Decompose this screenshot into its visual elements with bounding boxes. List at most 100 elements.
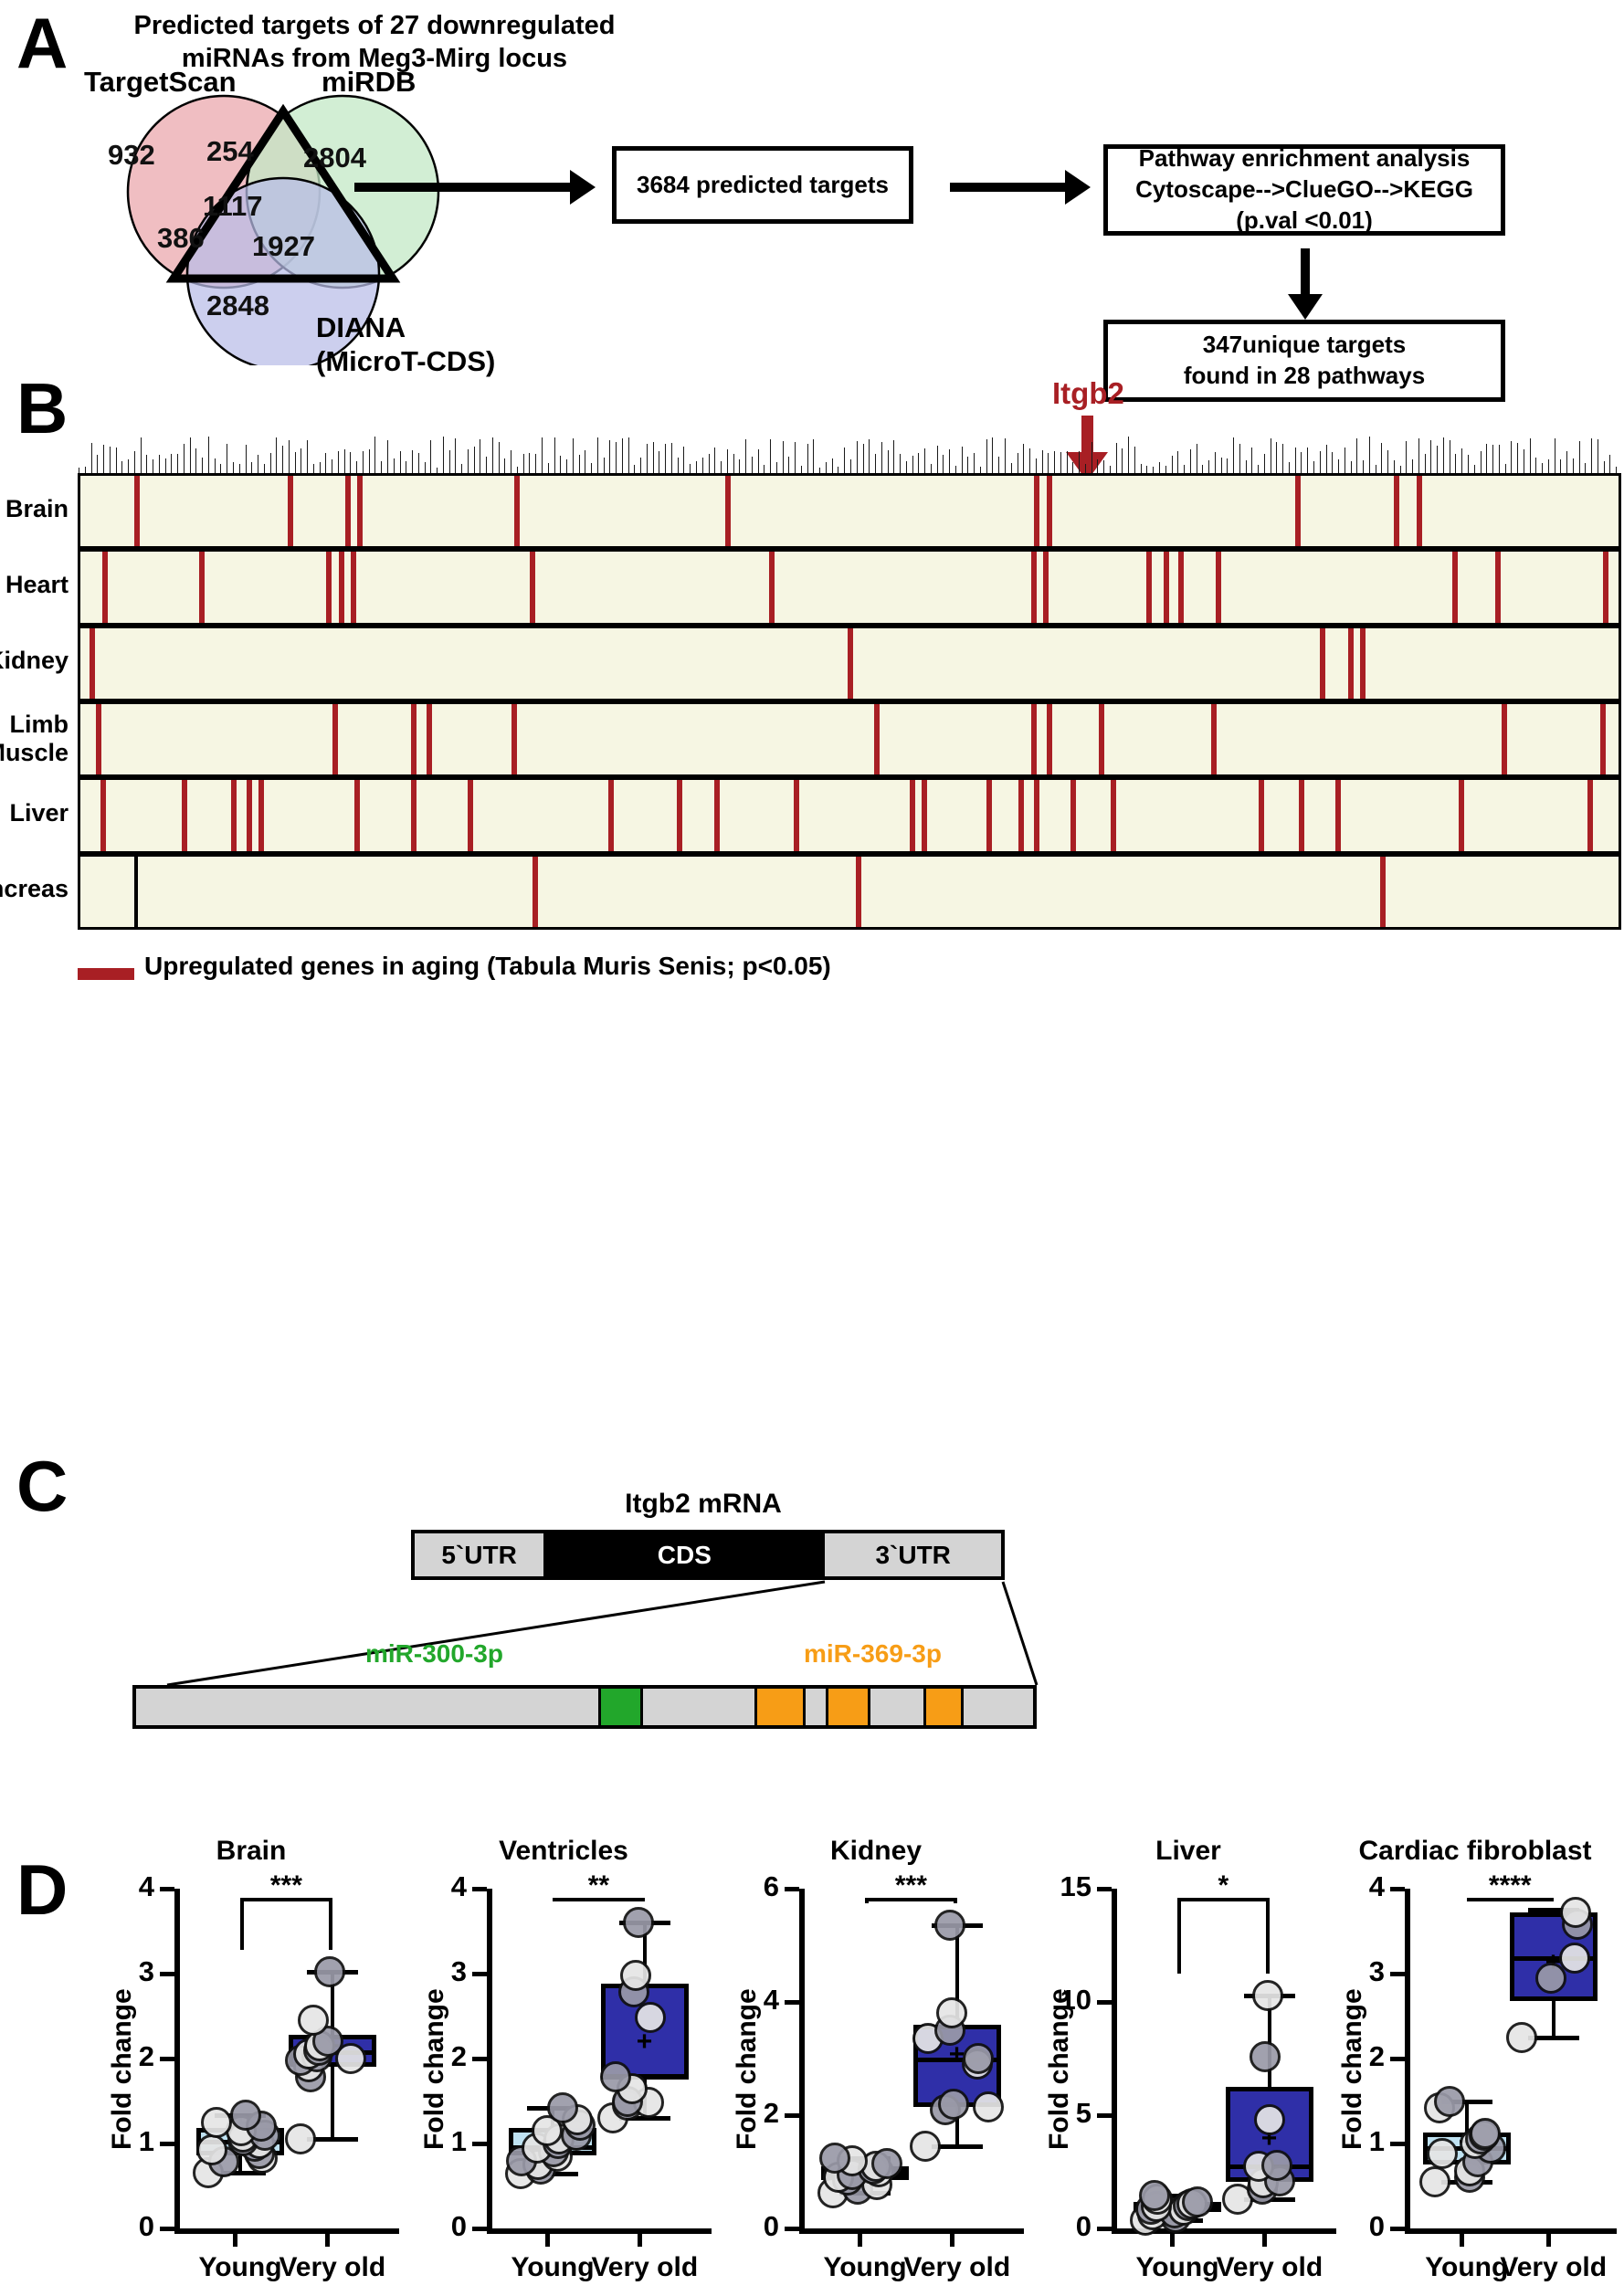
venn-count-targetscan-diana: 386 [157, 222, 205, 254]
gene-tick [751, 457, 753, 475]
data-point [314, 1956, 346, 1988]
gene-tick [1461, 448, 1463, 475]
x-tick-label-very-old: Very old [279, 2252, 386, 2282]
x-tick-mark [1545, 2232, 1551, 2247]
y-tick-label: 4 [138, 1870, 154, 1902]
gene-tick [1251, 448, 1253, 475]
x-axis [799, 2228, 1024, 2234]
gene-tick [1332, 452, 1334, 475]
y-tick-mark [785, 2113, 799, 2118]
x-tick-mark [858, 2232, 862, 2247]
significance-stars: *** [894, 1870, 927, 1901]
data-point [1252, 1979, 1284, 2011]
gene-tick [288, 440, 290, 475]
tissue-label-kidney: Kidney [0, 647, 69, 675]
tissue-heatmap: Brain Heart Kidney LimbMuscle Liver Pancreas [0, 473, 1621, 930]
data-point [1138, 2180, 1170, 2212]
gene-tick [294, 452, 296, 475]
gene-tick [140, 437, 142, 475]
upregulated-gene-marker [848, 627, 854, 699]
data-point [933, 1910, 965, 1942]
gene-tick [918, 453, 920, 475]
data-point [1261, 2149, 1293, 2181]
data-point [1182, 2185, 1214, 2217]
upregulated-gene-marker [1458, 780, 1464, 851]
y-tick-mark [472, 1972, 487, 1976]
boxplot-brain: BrainFold change01234YoungVery old***++ [96, 1817, 406, 2296]
gene-tick [1418, 438, 1419, 475]
gene-tick [467, 449, 469, 475]
mrna-seg-cds: CDS [543, 1533, 826, 1576]
y-tick-label: 1 [1368, 2125, 1385, 2157]
upregulated-gene-marker [986, 780, 992, 851]
significance-bracket [240, 1898, 332, 1951]
gene-tick [1424, 454, 1426, 475]
gene-tick [1468, 455, 1469, 475]
utr-spacer-segment [964, 1689, 1033, 1725]
y-tick-label: 2 [763, 2097, 779, 2129]
mrna-structure-bar: 5`UTR CDS 3`UTR [411, 1530, 1005, 1580]
zoom-connector-lines [166, 1580, 1039, 1687]
y-tick-mark [785, 2227, 799, 2231]
gene-tick [1091, 442, 1092, 475]
gene-tick [757, 449, 759, 475]
upregulated-gene-marker [468, 780, 474, 851]
gene-tick [90, 443, 92, 475]
panel-d: D BrainFold change01234YoungVery old***+… [0, 1817, 1624, 2296]
y-axis [174, 1889, 180, 2228]
upregulated-gene-marker [1111, 780, 1117, 851]
utr-spacer-segment [642, 1689, 754, 1725]
upregulated-gene-marker [1360, 627, 1366, 699]
y-tick-mark [472, 2142, 487, 2146]
mrna-title: Itgb2 mRNA [625, 1489, 782, 1519]
panel-a: A Predicted targets of 27 downregulated … [0, 0, 1624, 402]
y-tick-mark [1390, 2227, 1405, 2231]
upregulated-gene-marker [794, 780, 800, 851]
y-tick-label: 1 [138, 2125, 154, 2157]
y-tick-label: 4 [1368, 1870, 1385, 1902]
plot-title: Brain [216, 1836, 287, 1866]
upregulated-gene-marker [246, 780, 252, 851]
y-tick-label: 0 [138, 2210, 154, 2242]
gene-tick [146, 455, 148, 475]
gene-tick [1276, 442, 1278, 475]
upregulated-gene-marker [258, 780, 265, 851]
gene-tick [455, 438, 457, 475]
upregulated-gene-marker [1495, 552, 1502, 623]
y-tick-mark [160, 1887, 174, 1891]
upregulated-gene-marker [513, 476, 520, 547]
gene-tick [1079, 451, 1081, 475]
upregulated-gene-marker [1034, 476, 1040, 547]
data-point [937, 2088, 969, 2120]
arrow-pathway-to-unique [1288, 248, 1323, 320]
plot-title: Ventricles [499, 1836, 628, 1866]
y-tick-label: 0 [763, 2210, 779, 2242]
y-tick-label: 0 [1075, 2210, 1091, 2242]
y-tick-mark [1097, 2227, 1112, 2231]
y-tick-mark [1390, 1887, 1405, 1891]
gene-tick [900, 454, 902, 475]
gene-tick [535, 454, 537, 475]
data-point [819, 2142, 851, 2174]
significance-stars: *** [269, 1870, 302, 1901]
gene-tick [1041, 450, 1043, 475]
y-tick-label: 4 [450, 1870, 467, 1902]
arrow-venn-to-targets [354, 170, 596, 205]
boxplot-kidney: KidneyFold change0246YoungVery old***++ [721, 1817, 1031, 2296]
gene-tick [726, 449, 728, 475]
data-point [599, 2061, 631, 2093]
upregulated-gene-marker [133, 476, 140, 547]
y-tick-label: 4 [763, 1984, 779, 2016]
gene-tick [97, 455, 99, 475]
boxplot-ventricles: Ventricles Fold change 0 1 2 3 4 Young Very old *… [408, 1817, 719, 2296]
gene-tick [1498, 445, 1500, 475]
data-point [547, 2091, 579, 2123]
upregulated-gene-marker [724, 476, 731, 547]
utr-spacer-segment [805, 1689, 827, 1725]
y-tick-mark [160, 2142, 174, 2146]
upregulated-gene-marker [426, 704, 432, 775]
tissue-label-pancreas: Pancreas [0, 875, 69, 903]
y-tick-mark [1390, 1972, 1405, 1976]
significance-stars: * [1218, 1870, 1229, 1901]
gene-tick [207, 437, 209, 475]
